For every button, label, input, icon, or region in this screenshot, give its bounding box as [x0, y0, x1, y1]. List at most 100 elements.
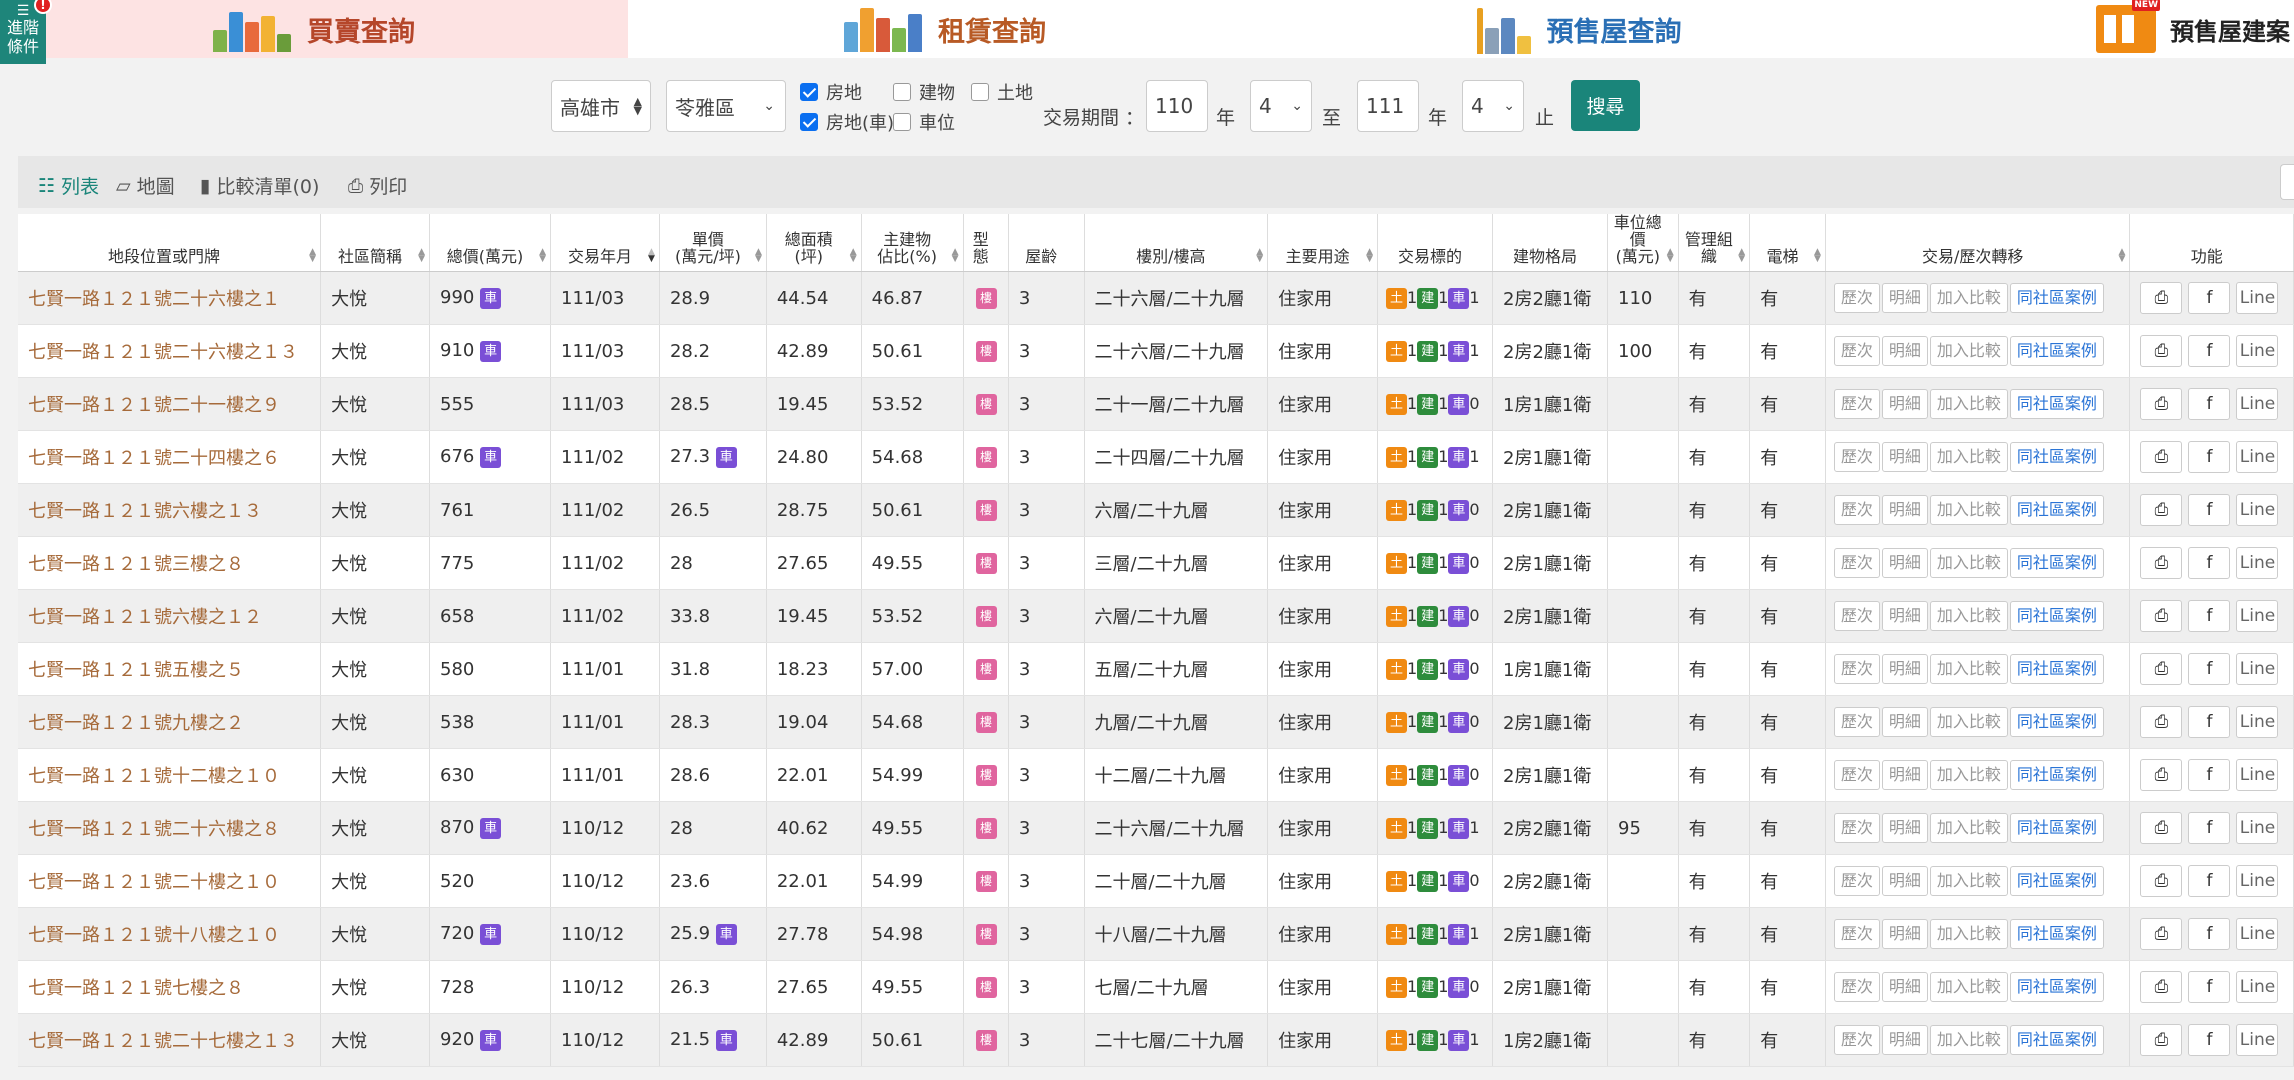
facebook-icon[interactable]: f — [2188, 759, 2231, 791]
print-icon[interactable]: ⎙ — [2140, 653, 2183, 685]
history-button[interactable]: 歷次 — [1833, 283, 1880, 313]
detail-button[interactable]: 明細 — [1881, 283, 1928, 313]
line-share-button[interactable]: Line — [2236, 282, 2279, 314]
detail-button[interactable]: 明細 — [1881, 972, 1928, 1002]
same-community-button[interactable]: 同社區案例 — [2009, 495, 2104, 525]
print-icon[interactable]: ⎙ — [2140, 759, 2183, 791]
history-button[interactable]: 歷次 — [1833, 601, 1880, 631]
same-community-button[interactable]: 同社區案例 — [2009, 442, 2104, 472]
address-link[interactable]: 七賢一路１２１號十二樓之１０ — [28, 766, 280, 787]
sort-icon[interactable]: ▲ ▼ — [648, 248, 655, 264]
sort-icon[interactable]: ▲ ▼ — [309, 248, 316, 264]
add-compare-button[interactable]: 加入比較 — [1929, 1025, 2008, 1055]
column-header[interactable]: 地段位置或門牌 ▲ ▼ — [18, 214, 322, 272]
table-row[interactable]: 七賢一路１２１號二十樓之１０ 大悅 520 110/12 23.6 22.01 54.9… — [18, 854, 2294, 908]
table-row[interactable]: 七賢一路１２１號二十六樓之８ 大悅 870 車 110/12 28 40.62 49.55… — [18, 801, 2294, 855]
facebook-icon[interactable]: f — [2188, 971, 2231, 1003]
history-button[interactable]: 歷次 — [1833, 336, 1880, 366]
add-compare-button[interactable]: 加入比較 — [1929, 601, 2008, 631]
detail-button[interactable]: 明細 — [1881, 919, 1928, 949]
print-icon[interactable]: ⎙ — [2140, 600, 2183, 632]
sort-icon[interactable]: ▲ ▼ — [1256, 248, 1263, 264]
same-community-button[interactable]: 同社區案例 — [2009, 707, 2104, 737]
table-row[interactable]: 七賢一路１２１號二十六樓之１ 大悅 990 車 111/03 28.9 44.54 46.… — [18, 271, 2294, 325]
history-button[interactable]: 歷次 — [1833, 813, 1880, 843]
add-compare-button[interactable]: 加入比較 — [1929, 654, 2008, 684]
sort-icon[interactable]: ▲ ▼ — [2119, 248, 2126, 264]
detail-button[interactable]: 明細 — [1881, 601, 1928, 631]
column-header[interactable]: 交易年月 ▲ ▼ — [550, 214, 660, 272]
city-select[interactable]: 高雄市 ▲ ▼ — [551, 80, 651, 132]
facebook-icon[interactable]: f — [2188, 547, 2231, 579]
address-link[interactable]: 七賢一路１２１號六樓之１２ — [28, 607, 262, 628]
column-header[interactable]: 單價 (萬元/坪) ▲ ▼ — [659, 214, 767, 272]
checkbox-house-land[interactable]: 房地 — [800, 79, 862, 105]
detail-button[interactable]: 明細 — [1881, 389, 1928, 419]
line-share-button[interactable]: Line — [2236, 335, 2279, 367]
table-row[interactable]: 七賢一路１２１號二十四樓之６ 大悅 676 車 111/02 27.3 車 24.80 54… — [18, 430, 2294, 484]
history-button[interactable]: 歷次 — [1833, 972, 1880, 1002]
print-button[interactable]: ⎙ 列印 — [348, 172, 407, 199]
line-share-button[interactable]: Line — [2236, 600, 2279, 632]
tab-rent[interactable]: 租賃查詢 — [628, 0, 1262, 58]
checkbox-parking[interactable]: 車位 — [893, 109, 955, 135]
line-share-button[interactable]: Line — [2236, 759, 2279, 791]
add-compare-button[interactable]: 加入比較 — [1929, 919, 2008, 949]
detail-button[interactable]: 明細 — [1881, 707, 1928, 737]
print-icon[interactable]: ⎙ — [2140, 1024, 2183, 1056]
tab-presale[interactable]: 預售屋查詢 — [1262, 0, 1896, 58]
same-community-button[interactable]: 同社區案例 — [2009, 972, 2104, 1002]
address-link[interactable]: 七賢一路１２１號十八樓之１０ — [28, 925, 280, 946]
column-header[interactable]: 交易標的 — [1377, 214, 1494, 272]
table-row[interactable]: 七賢一路１２１號二十六樓之１３ 大悅 910 車 111/03 28.2 42.89 50… — [18, 324, 2294, 378]
add-compare-button[interactable]: 加入比較 — [1929, 442, 2008, 472]
facebook-icon[interactable]: f — [2188, 441, 2231, 473]
address-link[interactable]: 七賢一路１２１號五樓之５ — [28, 660, 244, 681]
history-button[interactable]: 歷次 — [1833, 866, 1880, 896]
line-share-button[interactable]: Line — [2236, 441, 2279, 473]
checkbox-building[interactable]: 建物 — [893, 79, 955, 105]
list-view-button[interactable]: ☷ 列表 — [38, 172, 99, 199]
table-row[interactable]: 七賢一路１２１號二十七樓之１３ 大悅 920 車 110/12 21.5 車 42.89 5… — [18, 1013, 2294, 1067]
sort-icon[interactable]: ▲ ▼ — [1738, 248, 1745, 264]
detail-button[interactable]: 明細 — [1881, 866, 1928, 896]
advanced-filter-button[interactable]: ☰ 進階 條件 ! — [0, 0, 52, 64]
address-link[interactable]: 七賢一路１２１號三樓之８ — [28, 554, 244, 575]
facebook-icon[interactable]: f — [2188, 706, 2231, 738]
column-header[interactable]: 建物格局 — [1492, 214, 1609, 272]
same-community-button[interactable]: 同社區案例 — [2009, 283, 2104, 313]
print-icon[interactable]: ⎙ — [2140, 918, 2183, 950]
print-icon[interactable]: ⎙ — [2140, 441, 2183, 473]
add-compare-button[interactable]: 加入比較 — [1929, 707, 2008, 737]
same-community-button[interactable]: 同社區案例 — [2009, 760, 2104, 790]
same-community-button[interactable]: 同社區案例 — [2009, 336, 2104, 366]
history-button[interactable]: 歷次 — [1833, 919, 1880, 949]
same-community-button[interactable]: 同社區案例 — [2009, 601, 2104, 631]
history-button[interactable]: 歷次 — [1833, 1025, 1880, 1055]
map-view-button[interactable]: ▱ 地圖 — [116, 172, 175, 199]
detail-button[interactable]: 明細 — [1881, 495, 1928, 525]
same-community-button[interactable]: 同社區案例 — [2009, 813, 2104, 843]
facebook-icon[interactable]: f — [2188, 282, 2231, 314]
checkbox-house-land-box[interactable] — [800, 83, 818, 101]
table-row[interactable]: 七賢一路１２１號七樓之８ 大悅 728 110/12 26.3 27.65 49.55 樓… — [18, 960, 2294, 1014]
print-icon[interactable]: ⎙ — [2140, 971, 2183, 1003]
detail-button[interactable]: 明細 — [1881, 336, 1928, 366]
line-share-button[interactable]: Line — [2236, 812, 2279, 844]
table-row[interactable]: 七賢一路１２１號六樓之１３ 大悅 761 111/02 26.5 28.75 50.61… — [18, 483, 2294, 537]
checkbox-land-box[interactable] — [971, 83, 989, 101]
print-icon[interactable]: ⎙ — [2140, 335, 2183, 367]
table-row[interactable]: 七賢一路１２１號六樓之１２ 大悅 658 111/02 33.8 19.45 53.52… — [18, 589, 2294, 643]
column-header[interactable]: 車位總價 (萬元) ▲ ▼ — [1607, 214, 1679, 272]
address-link[interactable]: 七賢一路１２１號二十樓之１０ — [28, 872, 280, 893]
detail-button[interactable]: 明細 — [1881, 1025, 1928, 1055]
sort-icon[interactable]: ▲ ▼ — [1667, 248, 1674, 264]
table-row[interactable]: 七賢一路１２１號十二樓之１０ 大悅 630 111/01 28.6 22.01 54.9… — [18, 748, 2294, 802]
facebook-icon[interactable]: f — [2188, 865, 2231, 897]
detail-button[interactable]: 明細 — [1881, 654, 1928, 684]
facebook-icon[interactable]: f — [2188, 600, 2231, 632]
line-share-button[interactable]: Line — [2236, 388, 2279, 420]
same-community-button[interactable]: 同社區案例 — [2009, 866, 2104, 896]
from-year-input[interactable]: 110 — [1146, 80, 1208, 132]
address-link[interactable]: 七賢一路１２１號九樓之２ — [28, 713, 244, 734]
